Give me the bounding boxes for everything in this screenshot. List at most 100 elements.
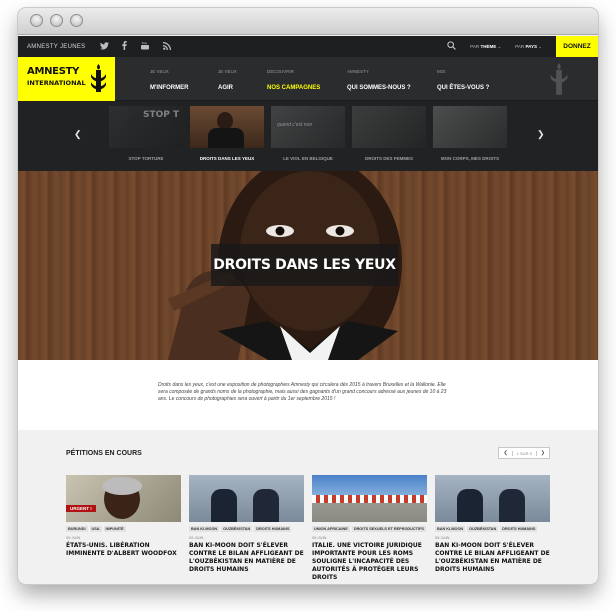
hair-shape — [102, 477, 142, 495]
pager-status: 1 SUR 3 — [511, 450, 537, 456]
tag[interactable]: DROITS HUMAINS — [254, 526, 292, 532]
nav-item-small: JE VEUX — [150, 69, 169, 74]
thumb-caption: quand c'est non — [277, 122, 313, 128]
thumb-suit — [208, 128, 244, 148]
minimize-window-button[interactable] — [50, 14, 63, 27]
tag[interactable]: DROITS SEXUELS ET REPRODUCTIFS — [351, 526, 426, 532]
tag[interactable]: BAN KI-MOON — [435, 526, 466, 532]
thumb-caption: STOP T — [143, 110, 180, 120]
tag[interactable]: IMPUNITÉ — [103, 526, 126, 532]
petition-title[interactable]: ÉTATS-UNIS. LIBÉRATION IMMINENTE D'ALBER… — [66, 542, 181, 558]
theme-dropdown[interactable]: PAR THÈME ⌄ — [470, 44, 501, 50]
intro-section: Droits dans les yeux, c'est une expositi… — [18, 360, 598, 430]
candle-watermark-icon — [550, 63, 568, 95]
nav-item-small: MOI — [437, 69, 446, 74]
country-dropdown[interactable]: PAR PAYS ⌄ — [515, 44, 542, 50]
intro-text: Droits dans les yeux, c'est une expositi… — [158, 382, 447, 402]
hero-title: DROITS DANS LES YEUX — [211, 244, 398, 286]
youtube-icon[interactable]: You — [140, 41, 150, 52]
carousel-label[interactable]: STOP TORTURE — [109, 156, 183, 161]
country-label: PAYS — [525, 43, 537, 49]
chevron-down-icon: ⌄ — [538, 43, 542, 49]
petition-image — [312, 475, 427, 522]
twitter-icon[interactable] — [100, 41, 110, 52]
nav-item-label: QUI ÊTES-VOUS ? — [437, 85, 490, 91]
carousel-thumb-le-viol[interactable]: quand c'est non — [271, 106, 345, 148]
browser-window: AMNESTY JEUNES You PAR THÈME ⌄ PAR PAYS … — [18, 8, 598, 584]
pager-prev-icon[interactable]: ❮ — [499, 450, 511, 456]
tag-list: BURUNDI USA IMPUNITÉ — [66, 526, 181, 532]
nav-item-small: AMNESTY — [347, 69, 369, 74]
chevron-down-icon: ⌄ — [497, 43, 502, 49]
tag[interactable]: DROITS HUMAINS — [500, 526, 538, 532]
urgent-badge: URGENT ! — [66, 505, 96, 512]
petition-date: 05 JUIN — [435, 535, 450, 540]
fence-shape — [312, 495, 427, 503]
petition-date: 05 JUIN — [312, 535, 327, 540]
petition-card[interactable]: BAN KI-MOON OUZBÉKISTAN DROITS HUMAINS 0… — [189, 475, 304, 574]
person-left-shape — [211, 489, 237, 522]
carousel-label[interactable]: DROITS DES FEMMES — [352, 156, 426, 161]
petition-date: 05 JUIN — [66, 535, 81, 540]
amnesty-jeunes-link[interactable]: AMNESTY JEUNES — [27, 44, 85, 50]
person-left-shape — [457, 489, 483, 522]
tag[interactable]: UNION AFRICAINE — [312, 526, 350, 532]
person-right-shape — [253, 489, 279, 522]
facebook-icon[interactable] — [122, 41, 128, 52]
petition-card[interactable]: UNION AFRICAINE DROITS SEXUELS ET REPROD… — [312, 475, 427, 582]
carousel-thumb-mon-corps[interactable] — [433, 106, 507, 148]
donate-button[interactable]: DONNEZ — [556, 36, 598, 57]
carousel-thumb-droits-dans-les-yeux[interactable] — [190, 106, 264, 148]
petition-card[interactable]: BAN KI-MOON OUZBÉKISTAN DROITS HUMAINS 0… — [435, 475, 550, 574]
nav-item-label: NOS CAMPAGNES — [267, 85, 321, 91]
window-titlebar — [18, 8, 598, 35]
top-bar-right: PAR THÈME ⌄ PAR PAYS ⌄ DONNEZ — [447, 36, 598, 57]
hero-banner: DROITS DANS LES YEUX — [18, 171, 598, 360]
tag[interactable]: OUZBÉKISTAN — [221, 526, 253, 532]
zoom-window-button[interactable] — [70, 14, 83, 27]
rss-icon[interactable] — [163, 41, 172, 52]
nav-item-informer[interactable]: JE VEUX M'INFORMER — [150, 69, 188, 94]
tag[interactable]: BURUNDI — [66, 526, 88, 532]
search-icon[interactable] — [447, 41, 457, 52]
nav-item-label: M'INFORMER — [150, 85, 189, 91]
logo-line2: INTERNATIONAL — [27, 79, 86, 87]
nav-item-campagnes[interactable]: DÉCOUVRIR NOS CAMPAGNES — [267, 69, 320, 94]
nav-item-agir[interactable]: JE VEUX AGIR — [218, 69, 237, 94]
carousel-next-icon[interactable]: ❯ — [537, 129, 545, 140]
tag-list: BAN KI-MOON OUZBÉKISTAN DROITS HUMAINS — [435, 526, 550, 532]
candle-icon — [91, 64, 106, 92]
pager-next-icon[interactable]: ❯ — [537, 450, 549, 456]
top-bar: AMNESTY JEUNES You PAR THÈME ⌄ PAR PAYS … — [18, 36, 598, 57]
tag[interactable]: USA — [89, 526, 102, 532]
amnesty-logo[interactable]: AMNESTY INTERNATIONAL — [18, 57, 115, 101]
tag[interactable]: OUZBÉKISTAN — [467, 526, 499, 532]
petition-title[interactable]: BAN KI-MOON DOIT S'ÉLEVER CONTRE LE BILA… — [189, 542, 304, 574]
tag[interactable]: BAN KI-MOON — [189, 526, 220, 532]
nav-item-qui-etes-vous[interactable]: MOI QUI ÊTES-VOUS ? — [437, 69, 489, 94]
petition-card[interactable]: URGENT ! BURUNDI USA IMPUNITÉ 05 JUIN ÉT… — [66, 475, 181, 558]
nav-item-label: QUI SOMMES-NOUS ? — [347, 85, 411, 91]
petition-image — [66, 475, 181, 522]
theme-prefix: PAR — [470, 43, 480, 49]
carousel-thumb-droits-des-femmes[interactable] — [352, 106, 426, 148]
theme-label: THÈME — [480, 43, 497, 49]
carousel-thumb-stop-torture[interactable]: STOP T — [109, 106, 183, 148]
logo-line1: AMNESTY — [27, 66, 80, 77]
carousel-label[interactable]: MON CORPS, MES DROITS — [433, 156, 507, 161]
carousel-prev-icon[interactable]: ❮ — [74, 129, 82, 140]
main-nav: AMNESTY INTERNATIONAL JE VEUX M'INFORMER… — [18, 57, 598, 101]
nav-item-qui-sommes-nous[interactable]: AMNESTY QUI SOMMES-NOUS ? — [347, 69, 411, 94]
tag-list: BAN KI-MOON OUZBÉKISTAN DROITS HUMAINS — [189, 526, 304, 532]
social-links: You — [100, 41, 172, 52]
carousel-label[interactable]: DROITS DANS LES YEUX — [190, 156, 264, 161]
petition-title[interactable]: BAN KI-MOON DOIT S'ÉLEVER CONTRE LE BILA… — [435, 542, 550, 574]
petition-image — [189, 475, 304, 522]
close-window-button[interactable] — [30, 14, 43, 27]
tag-list: UNION AFRICAINE DROITS SEXUELS ET REPROD… — [312, 526, 427, 532]
svg-text:You: You — [142, 41, 148, 45]
petition-title[interactable]: ITALIE. UNE VICTOIRE JURIDIQUE IMPORTANT… — [312, 542, 427, 582]
country-prefix: PAR — [515, 43, 525, 49]
carousel-label[interactable]: LE VIOL EN BELGIQUE — [271, 156, 345, 161]
webpage: AMNESTY JEUNES You PAR THÈME ⌄ PAR PAYS … — [18, 36, 598, 584]
